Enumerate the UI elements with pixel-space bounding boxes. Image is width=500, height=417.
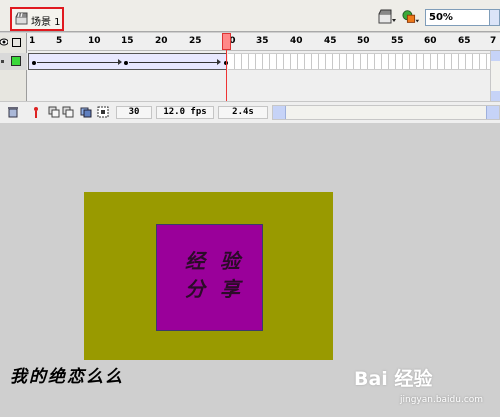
playhead[interactable] [222,33,231,50]
edit-multiple-frames-icon[interactable] [97,106,109,118]
ruler-number: 55 [391,36,404,46]
tween-line [129,62,219,63]
calligraphy-line-2: 分 享 [185,277,244,301]
watermark-url: jingyan.baidu.com [400,395,484,405]
scroll-up-button[interactable] [491,51,500,61]
add-folder-icon[interactable] [62,106,74,118]
current-frame: 30 [116,106,152,119]
ruler-number: 40 [290,36,303,46]
tween-arrow [118,59,122,65]
layer-row[interactable] [0,53,27,70]
eye-icon[interactable] [0,37,8,47]
layer-dot [1,60,4,63]
horizontal-scrollbar[interactable] [272,105,500,120]
scene-tab[interactable]: 场景 1 [10,7,64,31]
motion-tween-span[interactable] [28,53,228,70]
ruler-number: 15 [121,36,134,46]
ruler-number: 10 [88,36,101,46]
tween-arrow [217,59,221,65]
timeline: 1 5 10 15 20 25 30 35 40 45 50 55 60 65 … [0,33,500,123]
calligraphy-line-1: 经 验 [185,249,244,273]
edit-symbol-icon[interactable] [402,9,420,25]
empty-frames[interactable] [228,53,500,70]
vertical-scrollbar[interactable] [490,51,500,101]
scroll-left-button[interactable] [273,106,286,119]
ruler-number: 65 [458,36,471,46]
frame-rate[interactable]: 12.0 fps [156,106,214,119]
ruler-number: 50 [357,36,370,46]
scroll-down-button[interactable] [491,91,500,101]
signature-watermark: 我的绝恋么么 [10,367,124,387]
stage[interactable]: 经 验 分 享 [84,192,333,360]
add-layer-icon[interactable] [30,106,42,118]
ruler-number: 20 [155,36,168,46]
edit-scene-icon[interactable] [378,9,396,25]
chevron-down-icon[interactable] [489,10,499,25]
ruler-number: 45 [324,36,337,46]
ruler-number: 60 [424,36,437,46]
frames-track[interactable] [28,53,500,70]
outline-icon[interactable] [12,38,21,47]
scene-clapper-icon [15,12,28,25]
tween-line [37,62,121,63]
keyframe[interactable] [32,61,36,65]
trash-icon[interactable] [7,106,19,118]
keyframe[interactable] [124,61,128,65]
ruler-number: 35 [256,36,269,46]
purple-square[interactable]: 经 验 分 享 [156,224,263,331]
elapsed-time: 2.4s [218,106,268,119]
add-guide-layer-icon[interactable] [48,106,60,118]
zoom-value: 50% [429,12,453,23]
baidu-jingyan-logo: Bai 经验 [354,361,484,391]
scene-bar: 场景 1 50% [0,0,500,32]
ruler-number: 25 [189,36,202,46]
zoom-dropdown[interactable]: 50% [425,9,500,26]
ruler-number: 7 [490,36,497,46]
scroll-right-button[interactable] [486,106,499,119]
ruler-number: 5 [56,36,63,46]
onion-skin-icon[interactable] [80,106,92,118]
work-area: 经 验 分 享 我的绝恋么么 Bai 经验 jingyan.baidu.com [0,124,500,417]
scene-label: 场景 1 [31,17,61,28]
timeline-status-bar: 30 12.0 fps 2.4s [0,101,500,123]
logo-text: Bai 经验 [354,368,433,390]
layer-outline-color[interactable] [11,56,21,66]
ruler-number: 1 [29,36,36,46]
frame-ruler[interactable]: 1 5 10 15 20 25 30 35 40 45 50 55 60 65 … [28,33,500,51]
